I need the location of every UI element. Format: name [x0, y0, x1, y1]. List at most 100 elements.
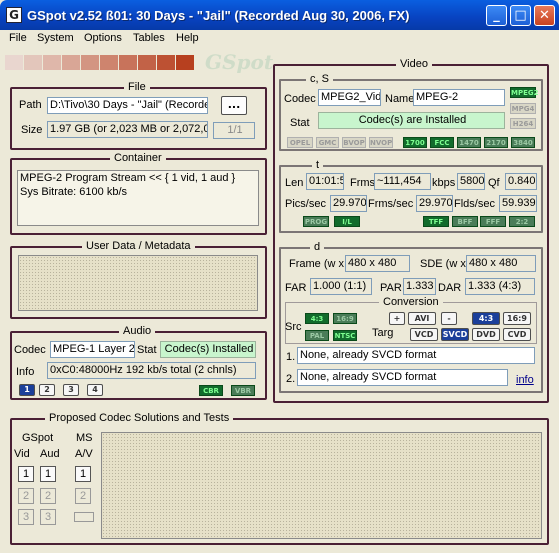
audio-stream-1[interactable]: 1 — [19, 384, 35, 396]
sde-field[interactable]: 480 x 480 — [466, 255, 536, 272]
minimize-button[interactable]: _ — [486, 5, 507, 26]
tag-fff: FFF — [480, 216, 506, 227]
tag-1700: 1700 — [403, 137, 427, 148]
targ-minus-button[interactable]: - — [441, 312, 457, 325]
banner-swatch — [100, 55, 119, 70]
menu-options[interactable]: Options — [84, 32, 122, 44]
banner-swatch — [5, 55, 24, 70]
targ-vcd-button[interactable]: VCD — [410, 328, 438, 341]
targ-4-3-button[interactable]: 4:3 — [472, 312, 500, 325]
audio-info-label: Info — [16, 366, 35, 378]
proposed-group-title: Proposed Codec Solutions and Tests — [45, 412, 234, 424]
menu-file[interactable]: File — [9, 32, 27, 44]
proposed-results-box[interactable] — [101, 432, 542, 539]
dar-field[interactable]: 1.333 (4:3) — [465, 278, 535, 295]
par-field[interactable]: 1.333 — [403, 278, 436, 295]
path-field[interactable]: D:\Tivo\30 Days - "Jail" (Recorde — [47, 97, 208, 114]
far-field[interactable]: 1.000 (1:1) — [310, 278, 372, 295]
size-field[interactable]: 1.97 GB (or 2,023 MB or 2,072,07 — [47, 121, 208, 138]
banner-swatch — [119, 55, 138, 70]
userdata-group-title: User Data / Metadata — [82, 240, 195, 252]
vid-label: Vid — [14, 448, 30, 460]
targ-svcd-button[interactable]: SVCD — [441, 328, 469, 341]
color-banner — [5, 55, 195, 70]
maximize-button[interactable]: □ — [510, 5, 531, 26]
banner-swatch — [62, 55, 81, 70]
aud-1-button[interactable]: 1 — [40, 466, 56, 482]
tag-bff: BFF — [452, 216, 478, 227]
video-stat-field[interactable]: Codec(s) are Installed — [318, 112, 505, 129]
targ-avi-button[interactable]: AVI — [408, 312, 436, 325]
audio-cbr-flag: CBR — [199, 385, 223, 396]
video-t-title: t — [312, 159, 324, 171]
audio-stream-3[interactable]: 3 — [63, 384, 79, 396]
conversion-title: Conversion — [379, 296, 443, 308]
video-name-label: Name — [385, 93, 415, 105]
frms-field[interactable]: ~111,454 — [374, 173, 431, 190]
audio-stream-2[interactable]: 2 — [39, 384, 55, 396]
path-label: Path — [19, 99, 42, 111]
targ-cvd-button[interactable]: CVD — [503, 328, 531, 341]
video-codec-field[interactable]: MPEG2_Vid — [318, 89, 381, 106]
frms-sec-field[interactable]: 29.970 — [416, 195, 453, 212]
gspot-label: GSpot — [22, 432, 54, 444]
size-label: Size — [21, 124, 43, 136]
audio-stream-4[interactable]: 4 — [87, 384, 103, 396]
vid-2-button[interactable]: 2 — [18, 488, 34, 504]
menu-help[interactable]: Help — [176, 32, 199, 44]
vid-1-button[interactable]: 1 — [18, 466, 34, 482]
video-codec-label: Codec — [284, 93, 316, 105]
frame-field[interactable]: 480 x 480 — [345, 255, 410, 272]
menu-tables[interactable]: Tables — [133, 32, 165, 44]
len-label: Len — [285, 177, 304, 189]
audio-info-field[interactable]: 0xC0:48000Hz 192 kb/s total (2 chnls) — [47, 362, 256, 379]
pics-sec-field[interactable]: 29.970 — [330, 195, 367, 212]
menu-system[interactable]: System — [37, 32, 74, 44]
browse-button[interactable]: ... — [221, 96, 247, 115]
frame-label: Frame (w x — [289, 258, 344, 270]
banner-swatch — [157, 55, 176, 70]
aud-2-button[interactable]: 2 — [40, 488, 56, 504]
qf-field[interactable]: 0.840 — [505, 173, 537, 190]
file-fraction: 1/1 — [213, 122, 255, 139]
video-cs-title: c, S — [306, 73, 333, 85]
sde-label: SDE (w x — [420, 258, 466, 270]
userdata-box[interactable] — [18, 255, 258, 311]
av-label: A/V — [75, 448, 93, 460]
close-button[interactable]: ✕ — [534, 5, 555, 26]
targ-16-9-button[interactable]: 16:9 — [503, 312, 531, 325]
targ-label: Targ — [372, 327, 394, 339]
video-group-title: Video — [396, 58, 432, 70]
audio-stat-field[interactable]: Codec(s) Installed — [160, 341, 256, 358]
container-line-1: MPEG-2 Program Stream << { 1 vid, 1 aud … — [20, 172, 236, 184]
audio-codec-label: Codec — [14, 344, 46, 356]
tag-mpg4: MPG4 — [510, 103, 536, 114]
tag-h264: H264 — [510, 118, 536, 129]
src-4-3[interactable]: 4:3 — [305, 313, 329, 324]
video-stat-label: Stat — [290, 117, 310, 129]
av-2-button[interactable]: 2 — [75, 488, 91, 504]
flds-sec-field[interactable]: 59.939 — [499, 195, 537, 212]
qf-label: Qf — [488, 177, 500, 189]
kbps-field[interactable]: 5800 — [457, 173, 485, 190]
len-field[interactable]: 01:01:5 — [306, 173, 344, 190]
src-ntsc[interactable]: NTSC — [333, 330, 357, 341]
line2-field[interactable]: None, already SVCD format — [297, 369, 508, 386]
src-16-9[interactable]: 16:9 — [333, 313, 357, 324]
video-name-field[interactable]: MPEG-2 — [413, 89, 505, 106]
aud-label: Aud — [40, 448, 60, 460]
vid-3-button[interactable]: 3 — [18, 509, 34, 525]
aud-3-button[interactable]: 3 — [40, 509, 56, 525]
targ-dvd-button[interactable]: DVD — [472, 328, 500, 341]
line1-field[interactable]: None, already SVCD format — [297, 347, 535, 364]
av-1-button[interactable]: 1 — [75, 466, 91, 482]
banner-swatch — [138, 55, 157, 70]
src-pal[interactable]: PAL — [305, 330, 329, 341]
app-icon[interactable]: G — [6, 7, 22, 23]
info-link[interactable]: info — [516, 374, 534, 386]
targ-plus-button[interactable]: + — [389, 312, 405, 325]
line2-number: 2. — [286, 373, 296, 385]
audio-codec-field[interactable]: MPEG-1 Layer 2 — [50, 341, 135, 358]
tag-3840: 3840 — [511, 137, 535, 148]
gspot-logo: GSpot — [205, 50, 274, 74]
